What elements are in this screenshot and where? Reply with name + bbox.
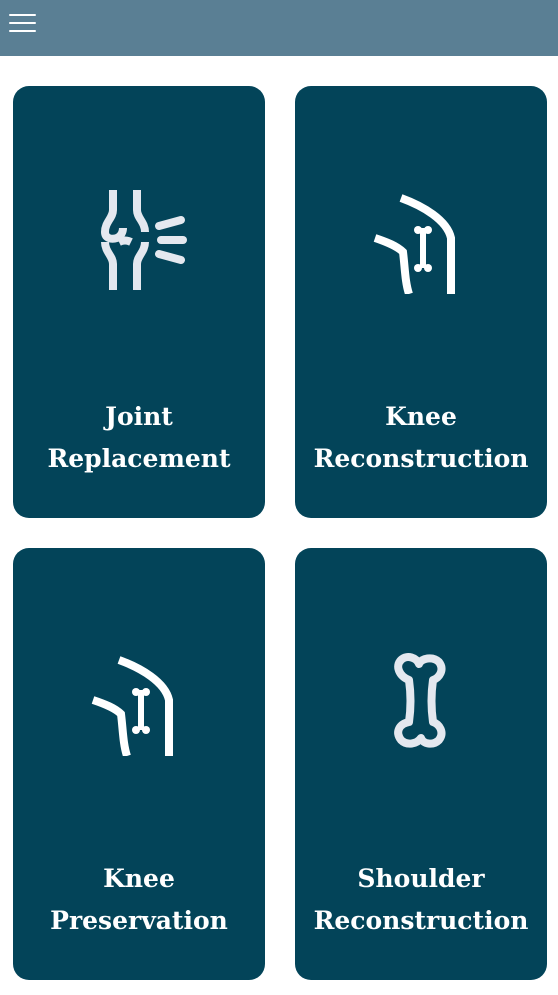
card-label: Joint Replacement	[47, 402, 231, 473]
card-label: Knee Reconstruction	[313, 402, 529, 473]
bone-icon	[371, 646, 471, 756]
card-knee-reconstruction[interactable]: Knee Reconstruction	[295, 86, 547, 518]
joint-icon	[89, 184, 189, 294]
knee-bone-icon	[371, 184, 471, 294]
card-knee-preservation[interactable]: Knee Preservation	[13, 548, 265, 980]
card-shoulder-reconstruction[interactable]: Shoulder Reconstruction	[295, 548, 547, 980]
hamburger-menu-icon[interactable]	[6, 8, 40, 38]
card-label: Shoulder Reconstruction	[313, 864, 529, 935]
knee-bone-icon	[89, 646, 189, 756]
card-joint-replacement[interactable]: Joint Replacement	[13, 86, 265, 518]
card-label: Knee Preservation	[50, 864, 228, 935]
top-app-bar	[0, 0, 558, 56]
